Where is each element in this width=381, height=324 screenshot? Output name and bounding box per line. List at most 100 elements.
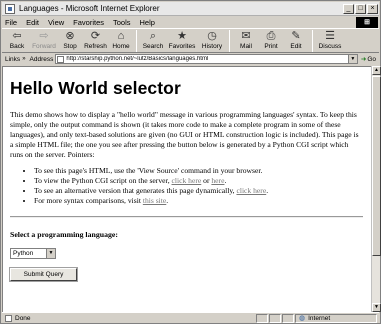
pointer-text: To see this page's HTML, use the 'View S… xyxy=(34,166,263,175)
vertical-scrollbar[interactable]: ▲ ▼ xyxy=(371,66,381,312)
links-chevron-icon[interactable]: » xyxy=(22,56,25,62)
favorites-label: Favorites xyxy=(168,43,196,50)
cgi-script-link-2[interactable]: here xyxy=(211,176,224,185)
pointer-list: To see this page's HTML, use the 'View S… xyxy=(10,166,363,206)
maximize-button[interactable]: □ xyxy=(355,3,366,14)
list-item: To see this page's HTML, use the 'View S… xyxy=(34,166,363,176)
menu-favorites[interactable]: Favorites xyxy=(73,18,104,27)
pointer-text: . xyxy=(224,176,227,185)
discuss-button[interactable]: ☰ Discuss xyxy=(316,29,344,50)
alternative-version-link[interactable]: click here xyxy=(236,186,266,195)
menu-file[interactable]: File xyxy=(5,18,17,27)
pointer-text: For more syntax comparisons, visit xyxy=(34,196,143,205)
refresh-button[interactable]: ⟳ Refresh xyxy=(82,29,109,50)
menu-view[interactable]: View xyxy=(48,18,64,27)
history-icon: ◷ xyxy=(207,30,217,42)
globe-icon: ◍ xyxy=(299,315,306,322)
stop-icon: ⊗ xyxy=(65,30,75,42)
status-text: Done xyxy=(15,314,31,322)
submit-query-button[interactable]: Submit Query xyxy=(10,268,77,281)
menu-bar: File Edit View Favorites Tools Help ⊞ xyxy=(2,16,379,28)
pointer-text: or xyxy=(201,176,212,185)
refresh-icon: ⟳ xyxy=(90,30,101,42)
mail-button[interactable]: ✉ Mail xyxy=(233,29,259,50)
status-cell xyxy=(256,313,268,323)
title-bar[interactable]: Languages - Microsoft Internet Explorer … xyxy=(2,2,379,16)
scroll-thumb[interactable] xyxy=(372,76,381,256)
security-zone[interactable]: ◍ Internet xyxy=(295,313,377,323)
pointer-text: To view the Python CGI script on the ser… xyxy=(34,176,172,185)
toolbar-separator xyxy=(312,30,313,52)
standard-toolbar: ⇦ Back ⇨ Forward ⊗ Stop ⟳ Refresh ⌂ Home… xyxy=(2,28,379,53)
menu-tools[interactable]: Tools xyxy=(113,18,131,27)
address-bar: Links » Address http://starship.python.n… xyxy=(2,53,379,65)
cgi-script-link-1[interactable]: click here xyxy=(172,176,202,185)
scroll-down-icon[interactable]: ▼ xyxy=(372,303,381,312)
menu-edit[interactable]: Edit xyxy=(26,18,39,27)
forward-button[interactable]: ⇨ Forward xyxy=(30,29,58,50)
stop-label: Stop xyxy=(63,43,77,50)
favorites-icon: ★ xyxy=(177,30,187,42)
list-item: For more syntax comparisons, visit this … xyxy=(34,196,363,206)
go-button[interactable]: ➜ Go xyxy=(360,55,376,64)
status-bar: Done ◍ Internet xyxy=(2,312,379,323)
zone-label: Internet xyxy=(308,314,331,322)
edit-icon: ✎ xyxy=(291,30,301,42)
refresh-label: Refresh xyxy=(84,43,107,50)
page-done-icon xyxy=(5,314,12,322)
status-cell xyxy=(282,313,294,323)
discuss-label: Discuss xyxy=(318,43,342,50)
language-select-value: Python xyxy=(13,250,34,257)
syntax-site-link[interactable]: this site xyxy=(143,196,166,205)
window-title: Languages - Microsoft Internet Explorer xyxy=(19,4,160,13)
close-button[interactable]: × xyxy=(367,3,378,14)
search-label: Search xyxy=(142,43,164,50)
favorites-button[interactable]: ★ Favorites xyxy=(166,29,198,50)
menu-help[interactable]: Help xyxy=(140,18,155,27)
browser-window: Languages - Microsoft Internet Explorer … xyxy=(0,0,381,324)
edit-button[interactable]: ✎ Edit xyxy=(283,29,309,50)
history-button[interactable]: ◷ History xyxy=(198,29,226,50)
print-label: Print xyxy=(264,43,278,50)
address-dropdown-icon[interactable]: ▼ xyxy=(347,55,357,63)
history-label: History xyxy=(201,43,223,50)
address-url[interactable]: http://starship.python.net/~lutz/Basics/… xyxy=(66,56,347,62)
page-content: Hello World selector This demo shows how… xyxy=(2,66,371,312)
select-heading: Select a programming language: xyxy=(10,230,118,239)
address-label: Address xyxy=(29,55,54,63)
intro-paragraph: This demo shows how to display a "hello … xyxy=(10,110,359,159)
search-button[interactable]: ⌕ Search xyxy=(140,29,166,50)
list-item: To see an alternative version that gener… xyxy=(34,186,363,196)
toolbar-separator xyxy=(136,30,137,52)
print-button[interactable]: ⎙ Print xyxy=(259,29,283,50)
chevron-down-icon[interactable]: ▼ xyxy=(46,249,55,258)
page-icon xyxy=(57,55,65,63)
pointer-text: To see an alternative version that gener… xyxy=(34,186,237,195)
minimize-button[interactable]: _ xyxy=(343,3,354,14)
page-title: Hello World selector xyxy=(10,78,181,98)
divider xyxy=(10,216,363,218)
forward-arrow-icon: ⇨ xyxy=(39,30,49,42)
scroll-up-icon[interactable]: ▲ xyxy=(372,66,381,75)
forward-label: Forward xyxy=(32,43,56,50)
search-icon: ⌕ xyxy=(149,30,157,42)
mail-icon: ✉ xyxy=(241,30,251,42)
status-cell xyxy=(269,313,281,323)
edit-label: Edit xyxy=(290,43,302,50)
back-button[interactable]: ⇦ Back xyxy=(4,29,30,50)
pointer-text: . xyxy=(166,196,169,205)
home-icon: ⌂ xyxy=(117,30,125,42)
discuss-icon: ☰ xyxy=(325,30,335,42)
back-arrow-icon: ⇦ xyxy=(12,30,22,42)
home-button[interactable]: ⌂ Home xyxy=(109,29,133,50)
language-select[interactable]: Python ▼ xyxy=(10,248,56,259)
go-arrow-icon: ➜ xyxy=(360,56,367,63)
links-button[interactable]: Links xyxy=(5,56,20,63)
address-input[interactable]: http://starship.python.net/~lutz/Basics/… xyxy=(55,54,358,64)
mail-label: Mail xyxy=(240,43,252,50)
stop-button[interactable]: ⊗ Stop xyxy=(58,29,82,50)
toolbar-separator xyxy=(229,30,230,52)
pointer-text: . xyxy=(266,186,269,195)
windows-logo-icon: ⊞ xyxy=(356,16,378,28)
print-icon: ⎙ xyxy=(266,30,276,42)
